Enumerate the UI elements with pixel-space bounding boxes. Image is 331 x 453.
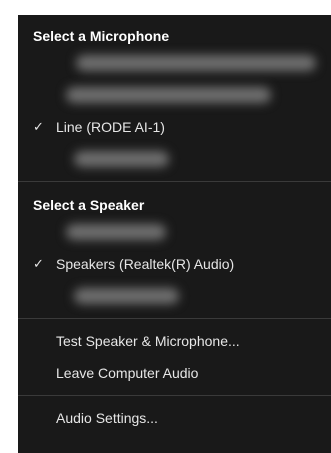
- blurred-device-name: [74, 151, 169, 168]
- audio-settings-item[interactable]: Audio Settings...: [18, 402, 331, 434]
- test-speaker-microphone-label: Test Speaker & Microphone...: [56, 333, 240, 349]
- microphone-option-blurred-2[interactable]: [18, 79, 331, 111]
- speaker-option-selected[interactable]: ✓ Speakers (Realtek(R) Audio): [18, 248, 331, 280]
- speaker-section-header: Select a Speaker: [33, 197, 145, 213]
- blurred-device-name: [66, 224, 166, 241]
- menu-divider: [18, 318, 331, 319]
- microphone-option-blurred-1[interactable]: [18, 47, 331, 79]
- microphone-option-label: Line (RODE AI-1): [56, 119, 165, 135]
- leave-computer-audio-item[interactable]: Leave Computer Audio: [18, 357, 331, 389]
- check-icon: ✓: [33, 119, 44, 134]
- audio-settings-label: Audio Settings...: [56, 410, 158, 426]
- speaker-option-blurred-2[interactable]: [18, 280, 331, 312]
- menu-divider: [18, 181, 331, 182]
- microphone-option-blurred-3[interactable]: [18, 143, 331, 175]
- blurred-device-name: [74, 288, 179, 305]
- blurred-device-name: [76, 55, 316, 72]
- blurred-device-name: [66, 87, 271, 104]
- menu-divider: [18, 395, 331, 396]
- speaker-option-label: Speakers (Realtek(R) Audio): [56, 256, 235, 272]
- leave-computer-audio-label: Leave Computer Audio: [56, 365, 199, 381]
- check-icon: ✓: [33, 256, 44, 271]
- speaker-option-blurred-1[interactable]: [18, 216, 331, 248]
- microphone-option-selected[interactable]: ✓ Line (RODE AI-1): [18, 111, 331, 143]
- test-speaker-microphone-item[interactable]: Test Speaker & Microphone...: [18, 325, 331, 357]
- microphone-section-header: Select a Microphone: [33, 28, 170, 44]
- audio-device-menu: Select a Microphone ✓ Line (RODE AI-1) S…: [18, 15, 331, 453]
